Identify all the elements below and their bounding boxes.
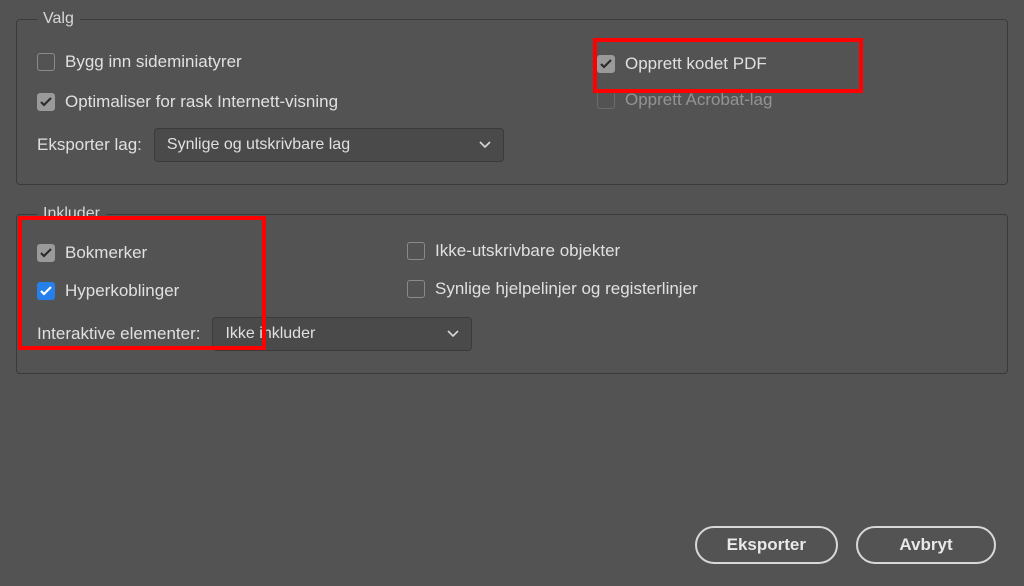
optimize-fast-web-label: Optimaliser for rask Internett-visning	[65, 92, 338, 112]
nonprintable-objects-label: Ikke-utskrivbare objekter	[435, 241, 620, 261]
checkbox-box-icon	[597, 91, 615, 109]
visible-guides-label: Synlige hjelpelinjer og registerlinjer	[435, 279, 698, 299]
export-layers-select[interactable]: Synlige og utskrivbare lag	[154, 128, 504, 162]
chevron-down-icon	[447, 330, 459, 338]
create-acrobat-layers-label: Opprett Acrobat-lag	[625, 90, 772, 110]
optimize-fast-web-checkbox[interactable]: Optimaliser for rask Internett-visning	[37, 92, 338, 112]
checkbox-box-icon	[597, 55, 615, 73]
bookmarks-label: Bokmerker	[65, 243, 147, 263]
create-tagged-pdf-checkbox[interactable]: Opprett kodet PDF	[597, 54, 767, 74]
checkbox-box-icon	[37, 244, 55, 262]
checkbox-box-icon	[407, 242, 425, 260]
embed-thumbnails-label: Bygg inn sideminiatyrer	[65, 52, 242, 72]
checkbox-box-icon	[407, 280, 425, 298]
check-icon	[40, 248, 52, 258]
hyperlinks-checkbox[interactable]: Hyperkoblinger	[37, 281, 179, 301]
create-tagged-pdf-label: Opprett kodet PDF	[625, 54, 767, 74]
checkbox-box-icon	[37, 53, 55, 71]
dialog-buttons: Eksporter Avbryt	[695, 526, 996, 564]
interactive-elements-label: Interaktive elementer:	[37, 324, 200, 344]
interactive-elements-select[interactable]: Ikke inkluder	[212, 317, 472, 351]
check-icon	[40, 97, 52, 107]
create-acrobat-layers-checkbox: Opprett Acrobat-lag	[597, 90, 772, 110]
interactive-elements-value: Ikke inkluder	[225, 325, 315, 343]
options-group: Valg Bygg inn sideminiatyrer Opprett kod…	[16, 10, 1008, 185]
export-layers-value: Synlige og utskrivbare lag	[167, 136, 350, 154]
options-legend: Valg	[37, 10, 80, 28]
nonprintable-objects-checkbox[interactable]: Ikke-utskrivbare objekter	[407, 241, 620, 261]
checkbox-box-icon	[37, 93, 55, 111]
include-group: Inkluder Bokmerker Ikke-utskrivbare obje…	[16, 205, 1008, 374]
chevron-down-icon	[479, 141, 491, 149]
cancel-button[interactable]: Avbryt	[856, 526, 996, 564]
embed-thumbnails-checkbox[interactable]: Bygg inn sideminiatyrer	[37, 52, 242, 72]
hyperlinks-label: Hyperkoblinger	[65, 281, 179, 301]
include-legend: Inkluder	[37, 205, 106, 223]
check-icon	[40, 286, 52, 296]
check-icon	[600, 59, 612, 69]
export-layers-label: Eksporter lag:	[37, 135, 142, 155]
checkbox-box-icon	[37, 282, 55, 300]
bookmarks-checkbox[interactable]: Bokmerker	[37, 243, 147, 263]
visible-guides-checkbox[interactable]: Synlige hjelpelinjer og registerlinjer	[407, 279, 698, 299]
export-button[interactable]: Eksporter	[695, 526, 838, 564]
